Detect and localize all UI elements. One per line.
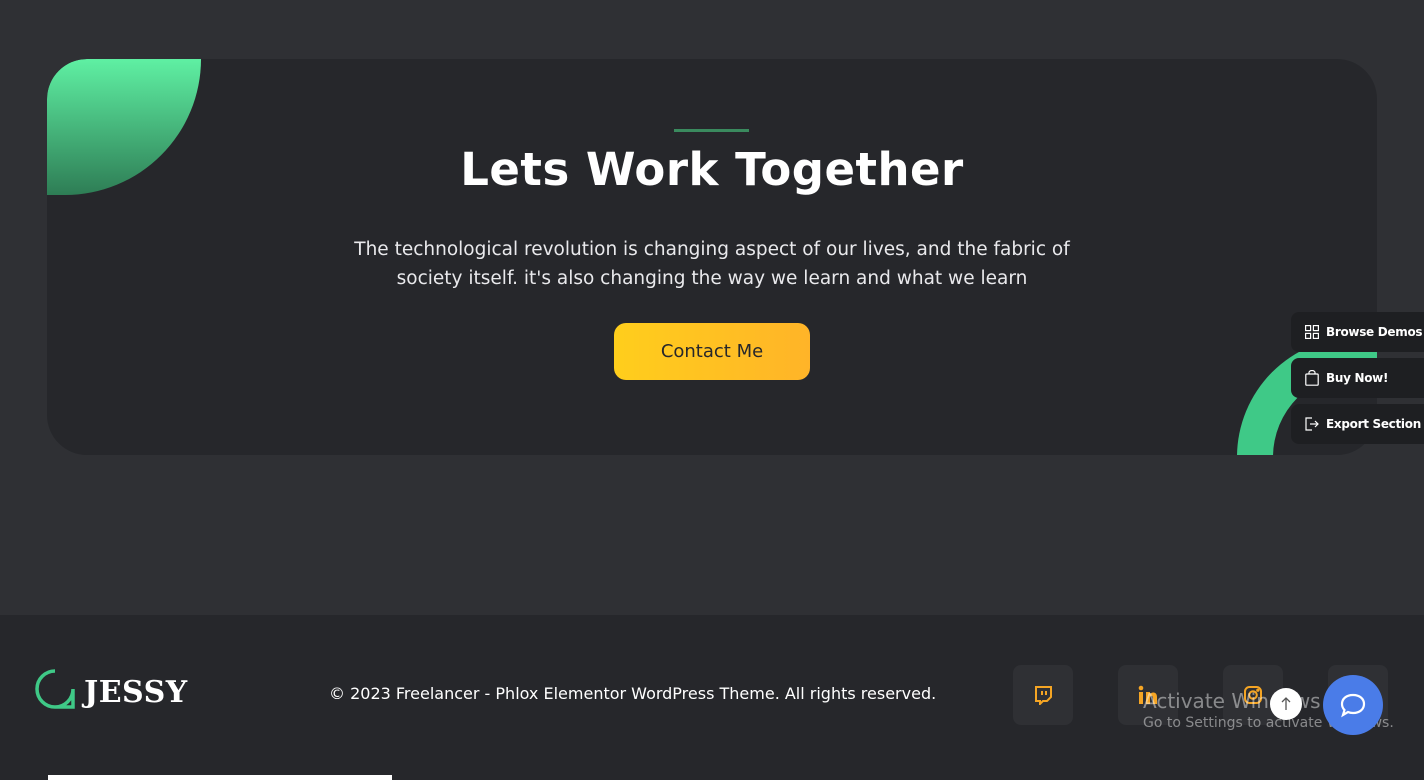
export-icon [1305,417,1319,431]
shopping-bag-icon [1305,370,1319,386]
logo[interactable]: JESSY [34,667,188,710]
buy-now-label: Buy Now! [1326,371,1389,385]
export-section-label: Export Section [1326,417,1421,431]
logo-mark-icon [35,668,75,709]
contact-me-button[interactable]: Contact Me [614,323,810,380]
footer: JESSY © 2023 Freelancer - Phlox Elemento… [0,615,1424,780]
cta-section: Lets Work Together The technological rev… [47,59,1377,455]
cta-description-line-2: society itself. it's also changing the w… [396,268,1028,289]
cta-description: The technological revolution is changing… [347,235,1077,293]
grid-icon [1305,325,1319,339]
twitch-link[interactable] [1013,665,1073,725]
chat-button[interactable] [1323,675,1383,735]
buy-now-button[interactable]: Buy Now! [1291,358,1424,398]
copyright-text: © 2023 Freelancer - Phlox Elementor Word… [329,684,937,703]
twitch-icon [1035,686,1052,705]
bottom-strip [48,775,392,780]
arrow-up-icon [1281,697,1291,710]
logo-text: JESSY [84,675,188,710]
chat-bubble-icon [1340,693,1366,718]
title-accent-line [674,129,749,132]
cta-title: Lets Work Together [460,143,964,196]
browse-demos-button[interactable]: Browse Demos [1291,312,1424,352]
browse-demos-label: Browse Demos [1326,325,1423,339]
scroll-to-top-button[interactable] [1270,688,1302,720]
export-section-button[interactable]: Export Section [1291,404,1424,444]
cta-description-line-1: The technological revolution is changing… [354,239,1070,260]
